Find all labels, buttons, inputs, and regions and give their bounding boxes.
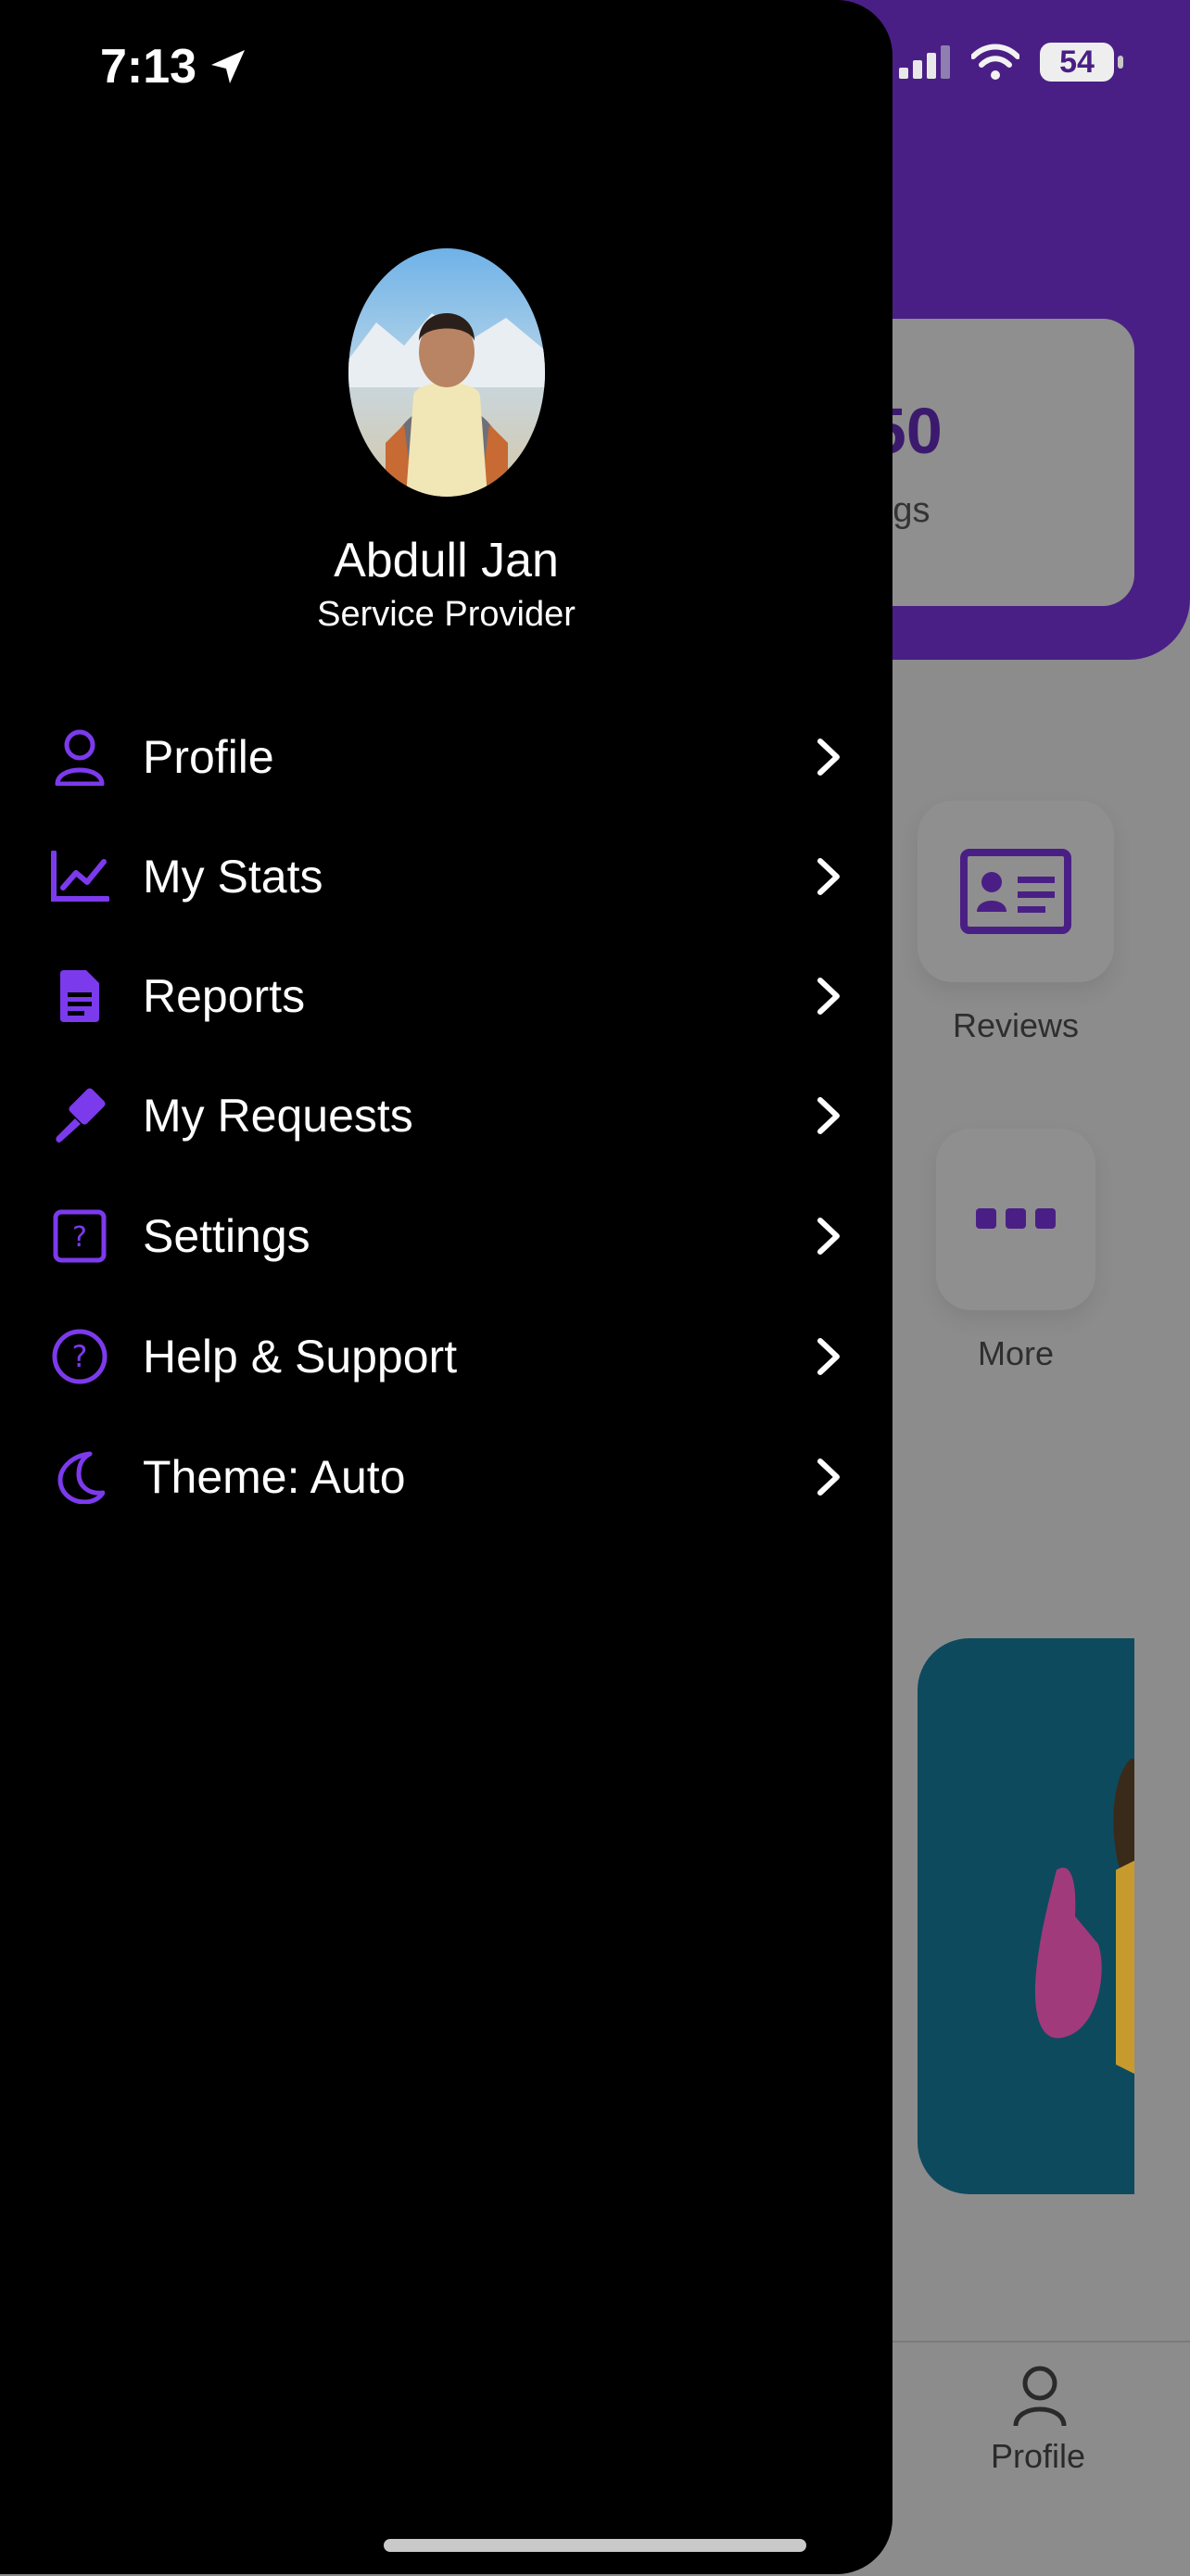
reviews-label: Reviews [952,1006,1080,1044]
menu-item-reports[interactable]: Reports [50,950,851,1042]
chevron-right-icon [806,974,851,1018]
chevron-right-icon [806,854,851,899]
menu-item-help-support[interactable]: ? Help & Support [50,1310,851,1403]
menu-item-label: Profile [143,731,274,783]
menu-item-settings[interactable]: ? Settings [50,1190,851,1282]
chevron-right-icon [806,1214,851,1258]
question-square-icon: ? [50,1206,109,1266]
status-time: 7:13 [100,39,247,95]
home-indicator [384,2539,806,2552]
menu-item-label: My Stats [143,851,323,903]
help-circle-icon: ? [50,1327,109,1386]
profile-name: Abdull Jan [334,534,559,587]
menu-item-theme[interactable]: Theme: Auto [50,1431,851,1523]
svg-text:?: ? [72,1339,88,1374]
status-bar-right: 54 [899,43,1123,82]
more-label: More [977,1334,1055,1372]
battery-indicator: 54 [1040,43,1123,82]
menu-item-my-requests[interactable]: My Requests [50,1069,851,1162]
menu-item-my-stats[interactable]: My Stats [50,830,851,923]
more-tile[interactable] [936,1129,1095,1310]
profile-nav-icon[interactable] [1012,2365,1068,2428]
side-drawer: 7:13 Abdull Jan Service Provider Profile [0,0,892,2574]
chevron-right-icon [806,1455,851,1499]
location-arrow-icon [211,50,246,83]
promo-banner[interactable] [918,1638,1134,2194]
chevron-right-icon [806,735,851,779]
chevron-right-icon [806,1334,851,1379]
menu-item-profile[interactable]: Profile [50,711,851,803]
profile-role: Service Provider [317,595,576,634]
nav-profile-label[interactable]: Profile [945,2437,1131,2476]
chart-line-icon [50,847,109,906]
avatar-photo [348,313,545,497]
reviews-tile[interactable] [918,801,1114,982]
menu-item-label: My Requests [143,1090,413,1142]
id-card-icon [960,849,1071,934]
svg-text:?: ? [72,1221,87,1254]
document-icon [50,966,109,1026]
signal-icon [899,45,950,79]
menu-item-label: Help & Support [143,1331,458,1383]
moon-icon [50,1447,109,1507]
menu-item-label: Reports [143,970,306,1022]
promo-illustration [1034,1759,1134,2074]
gavel-icon [50,1086,109,1145]
time-text: 7:13 [100,40,197,94]
wifi-icon [971,44,1019,80]
avatar[interactable] [348,248,545,497]
chevron-right-icon [806,1093,851,1138]
menu-item-label: Theme: Auto [143,1451,406,1503]
menu-item-label: Settings [143,1210,310,1262]
user-icon [50,727,109,787]
more-dots-icon [976,1208,1056,1229]
